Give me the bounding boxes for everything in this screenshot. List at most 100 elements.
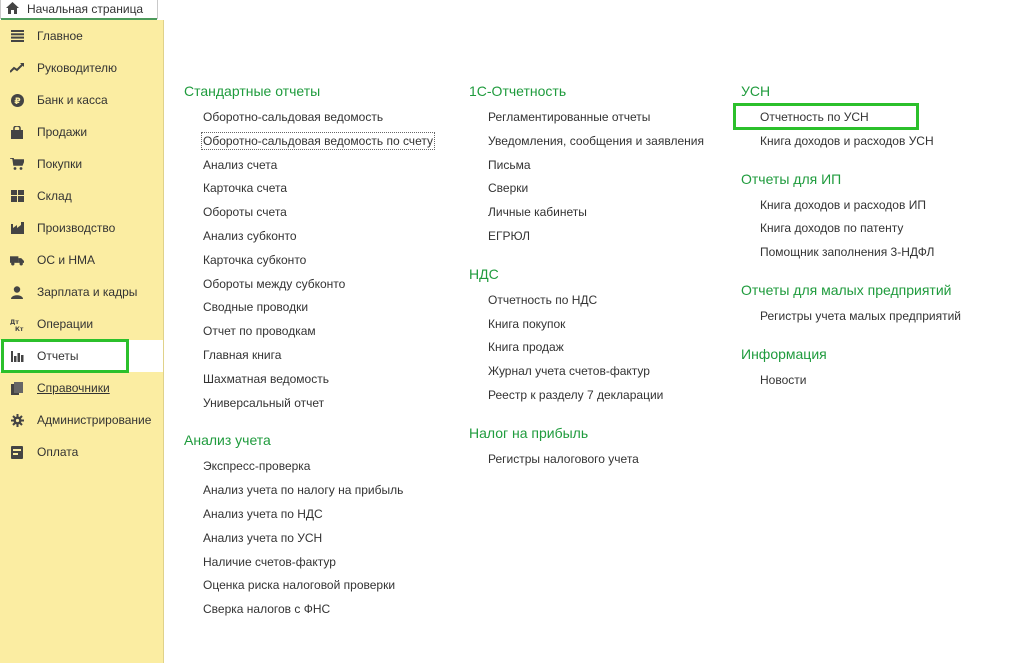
link-universal-report[interactable]: Универсальный отчет bbox=[184, 392, 433, 416]
link-vat-analysis[interactable]: Анализ учета по НДС bbox=[184, 503, 433, 527]
sidebar-item-reports[interactable]: Отчеты bbox=[0, 339, 163, 373]
link-turnover-between-subconto[interactable]: Обороты между субконто bbox=[184, 273, 433, 297]
section-title-small-business: Отчеты для малых предприятий bbox=[741, 281, 952, 298]
section-title-1c-reporting: 1С-Отчетность bbox=[469, 83, 567, 99]
link-news[interactable]: Новости bbox=[741, 369, 961, 393]
sidebar-item-label: Руководителю bbox=[37, 61, 118, 75]
bar-chart-icon bbox=[10, 349, 24, 363]
link-section7-registry[interactable]: Реестр к разделу 7 декларации bbox=[469, 384, 704, 408]
link-subconto-analysis[interactable]: Анализ субконто bbox=[184, 225, 433, 249]
sidebar-item-main[interactable]: Главное bbox=[0, 20, 163, 52]
section-title-information: Информация bbox=[741, 345, 827, 362]
factory-icon bbox=[10, 221, 24, 235]
sidebar-item-label: ОС и НМА bbox=[37, 253, 96, 267]
link-reconciliations[interactable]: Сверки bbox=[469, 177, 704, 201]
sidebar-item-bank[interactable]: ₽ Банк и касса bbox=[0, 84, 163, 116]
link-tax-registers[interactable]: Регистры налогового учета bbox=[469, 448, 704, 472]
link-usn-analysis[interactable]: Анализ учета по УСН bbox=[184, 527, 433, 551]
sidebar-item-fixed-assets[interactable]: ОС и НМА bbox=[0, 244, 163, 276]
link-tax-audit-risk[interactable]: Оценка риска налоговой проверки bbox=[184, 574, 433, 598]
svg-text:₽: ₽ bbox=[14, 97, 20, 107]
link-subconto-card[interactable]: Карточка субконто bbox=[184, 249, 433, 273]
section-title-ip-reports: Отчеты для ИП bbox=[741, 170, 842, 187]
link-purchase-book[interactable]: Книга покупок bbox=[469, 313, 704, 337]
section-title-vat: НДС bbox=[469, 265, 499, 282]
sidebar-item-directories[interactable]: Справочники bbox=[0, 372, 163, 404]
link-notifications[interactable]: Уведомления, сообщения и заявления bbox=[469, 130, 704, 154]
sidebar-item-label: Справочники bbox=[37, 381, 110, 395]
link-chess-sheet[interactable]: Шахматная ведомость bbox=[184, 368, 433, 392]
link-letters[interactable]: Письма bbox=[469, 154, 704, 178]
section-title-accounting-analysis: Анализ учета bbox=[184, 432, 271, 449]
truck-icon bbox=[10, 253, 24, 267]
sidebar-item-administration[interactable]: Администрирование bbox=[0, 404, 163, 436]
link-small-business-registers[interactable]: Регистры учета малых предприятий bbox=[741, 305, 961, 329]
cart-icon bbox=[10, 157, 24, 171]
link-express-check[interactable]: Экспресс-проверка bbox=[184, 455, 433, 479]
link-account-card[interactable]: Карточка счета bbox=[184, 177, 433, 201]
link-3ndfl-assistant[interactable]: Помощник заполнения 3-НДФЛ bbox=[741, 241, 961, 265]
person-icon bbox=[10, 285, 24, 299]
trend-up-icon bbox=[10, 61, 24, 75]
link-ip-income-book[interactable]: Книга доходов и расходов ИП bbox=[741, 194, 961, 218]
sidebar-item-operations[interactable]: Дт Кт Операции bbox=[0, 308, 163, 340]
link-invoices-presence[interactable]: Наличие счетов-фактур bbox=[184, 551, 433, 575]
sidebar-item-payment[interactable]: Оплата bbox=[0, 436, 163, 468]
svg-text:Кт: Кт bbox=[15, 326, 24, 331]
section-title-standard-reports: Стандартные отчеты bbox=[184, 83, 321, 99]
gear-icon bbox=[10, 413, 24, 427]
link-account-analysis[interactable]: Анализ счета bbox=[184, 154, 433, 178]
ruble-coin-icon: ₽ bbox=[10, 93, 24, 107]
link-egrul[interactable]: ЕГРЮЛ bbox=[469, 225, 704, 249]
sidebar-item-production[interactable]: Производство bbox=[0, 212, 163, 244]
link-turnover-balance-sheet[interactable]: Оборотно-сальдовая ведомость bbox=[184, 106, 433, 130]
sidebar-item-label: Отчеты bbox=[37, 349, 79, 363]
sidebar-item-purchases[interactable]: Покупки bbox=[0, 148, 163, 180]
sidebar-item-label: Продажи bbox=[37, 125, 88, 139]
link-usn-reporting[interactable]: Отчетность по УСН bbox=[741, 106, 961, 130]
sidebar-item-label: Оплата bbox=[37, 445, 79, 459]
section-title-usn: УСН bbox=[741, 83, 771, 99]
sidebar-item-manager[interactable]: Руководителю bbox=[0, 52, 163, 84]
link-entries-report[interactable]: Отчет по проводкам bbox=[184, 320, 433, 344]
link-usn-income-book[interactable]: Книга доходов и расходов УСН bbox=[741, 130, 961, 154]
column-standard-reports: Стандартные отчеты Оборотно-сальдовая ве… bbox=[184, 80, 435, 622]
link-turnover-balance-by-account[interactable]: Оборотно-сальдовая ведомость по счету bbox=[184, 130, 435, 154]
home-tab[interactable]: Начальная страница bbox=[0, 0, 158, 20]
menu-lines-icon bbox=[10, 29, 24, 43]
sidebar-item-label: Склад bbox=[37, 189, 72, 203]
link-fns-reconciliation[interactable]: Сверка налогов с ФНС bbox=[184, 598, 433, 622]
payment-icon bbox=[10, 445, 24, 459]
shopping-bag-icon bbox=[10, 125, 24, 139]
link-personal-accounts[interactable]: Личные кабинеты bbox=[469, 201, 704, 225]
warehouse-icon bbox=[10, 189, 24, 203]
link-invoice-journal[interactable]: Журнал учета счетов-фактур bbox=[469, 360, 704, 384]
sidebar-item-label: Зарплата и кадры bbox=[37, 285, 138, 299]
sidebar-item-label: Покупки bbox=[37, 157, 83, 171]
sidebar-item-label: Администрирование bbox=[37, 413, 152, 427]
column-1c-reporting: 1С-Отчетность Регламентированные отчеты … bbox=[469, 80, 704, 472]
sidebar-item-payroll[interactable]: Зарплата и кадры bbox=[0, 276, 163, 308]
sidebar: Главное Руководителю ₽ Банк и касса Прод… bbox=[0, 20, 164, 663]
dt-kt-icon: Дт Кт bbox=[10, 317, 24, 331]
link-sales-book[interactable]: Книга продаж bbox=[469, 336, 704, 360]
sidebar-item-warehouse[interactable]: Склад bbox=[0, 180, 163, 212]
link-account-turnover[interactable]: Обороты счета bbox=[184, 201, 433, 225]
link-general-ledger[interactable]: Главная книга bbox=[184, 344, 433, 368]
column-usn: УСН Отчетность по УСН Книга доходов и ра… bbox=[741, 80, 961, 393]
link-regulated-reports[interactable]: Регламентированные отчеты bbox=[469, 106, 704, 130]
home-icon bbox=[6, 1, 19, 17]
link-patent-income-book[interactable]: Книга доходов по патенту bbox=[741, 217, 961, 241]
svg-text:Дт: Дт bbox=[10, 319, 19, 326]
sidebar-item-label: Производство bbox=[37, 221, 116, 235]
section-title-profit-tax: Налог на прибыль bbox=[469, 424, 589, 441]
link-profit-tax-analysis[interactable]: Анализ учета по налогу на прибыль bbox=[184, 479, 433, 503]
books-icon bbox=[10, 381, 24, 395]
sidebar-item-label: Главное bbox=[37, 29, 83, 43]
link-summary-entries[interactable]: Сводные проводки bbox=[184, 296, 433, 320]
sidebar-item-label: Операции bbox=[37, 317, 94, 331]
sidebar-item-label: Банк и касса bbox=[37, 93, 108, 107]
sidebar-item-sales[interactable]: Продажи bbox=[0, 116, 163, 148]
link-vat-reporting[interactable]: Отчетность по НДС bbox=[469, 289, 704, 313]
home-tab-label: Начальная страница bbox=[27, 2, 144, 16]
